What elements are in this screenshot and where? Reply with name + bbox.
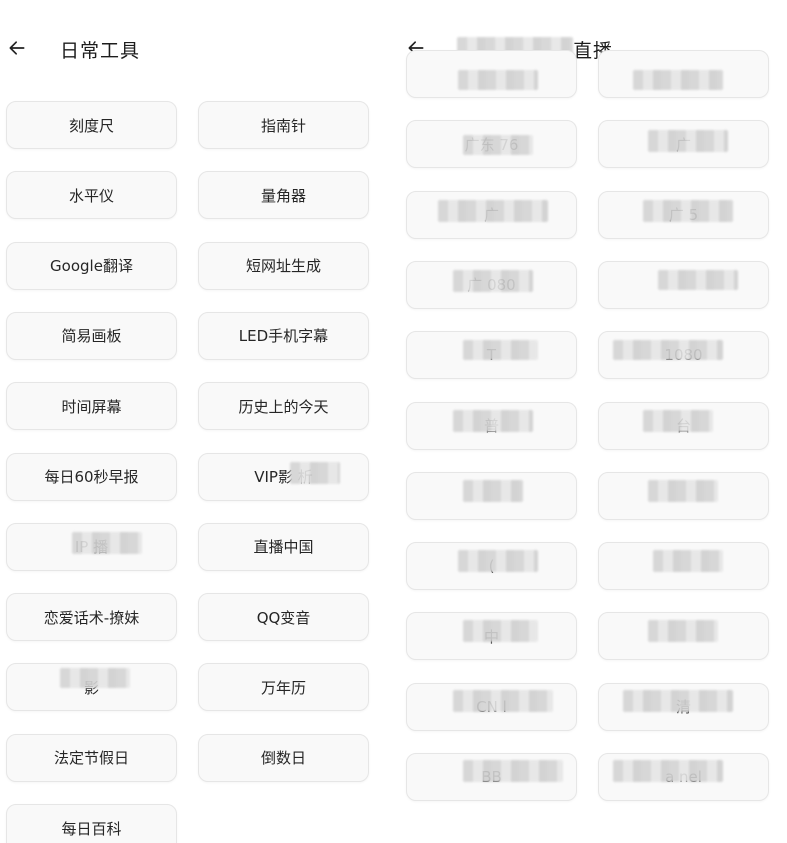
tool-button[interactable]: QQ变音 <box>198 593 369 642</box>
button-label: 万年历 <box>260 678 306 697</box>
redacted-blur <box>60 668 130 688</box>
button-label: 倒数日 <box>260 749 306 768</box>
redacted-blur <box>463 135 533 155</box>
tool-button[interactable]: 倒数日 <box>198 733 369 782</box>
back-button[interactable] <box>2 33 32 63</box>
tool-button[interactable]: 法定节假日 <box>6 733 177 782</box>
button-label: 指南针 <box>260 116 306 135</box>
redacted-blur <box>633 70 723 90</box>
tool-button[interactable]: VIP影 析 <box>198 452 369 501</box>
live-channels-panel: 直播 广东 76广 广 广 5广 080T 1080普 台( 中 CN l 清B… <box>393 0 787 843</box>
tool-button[interactable]: 简易画板 <box>6 311 177 360</box>
redacted-blur <box>463 620 538 642</box>
redacted-blur <box>72 532 142 554</box>
button-label: LED手机字幕 <box>238 327 329 346</box>
tool-button[interactable]: 水平仪 <box>6 171 177 220</box>
redacted-blur <box>438 200 548 222</box>
tool-button[interactable]: 万年历 <box>198 663 369 712</box>
redacted-blur <box>623 690 733 712</box>
redacted-blur <box>453 270 533 292</box>
tool-button[interactable]: 指南针 <box>198 101 369 149</box>
redacted-blur <box>463 480 523 502</box>
button-label: QQ变音 <box>256 608 311 627</box>
tool-button[interactable]: 历史上的今天 <box>198 382 369 431</box>
button-label: 量角器 <box>260 186 306 205</box>
redacted-blur <box>613 340 723 360</box>
redacted-blur <box>643 200 733 222</box>
tool-button[interactable]: 每日60秒早报 <box>6 452 177 501</box>
redacted-blur <box>658 270 738 290</box>
button-label: 每日60秒早报 <box>44 468 139 486</box>
redacted-blur <box>458 70 538 90</box>
redacted-blur <box>653 550 723 572</box>
redacted-blur <box>458 550 538 572</box>
button-label: 直播中国 <box>253 538 314 557</box>
button-label: 水平仪 <box>68 186 114 205</box>
button-label: 法定节假日 <box>53 749 129 768</box>
button-label: Google翻译 <box>50 257 133 276</box>
tool-button[interactable]: LED手机字幕 <box>198 311 369 360</box>
redacted-blur <box>453 690 553 712</box>
redacted-blur <box>613 760 723 782</box>
redacted-blur <box>648 130 728 152</box>
tool-button[interactable]: 直播中国 <box>198 522 369 571</box>
tool-button[interactable]: 时间屏幕 <box>6 382 177 431</box>
button-label: 时间屏幕 <box>61 397 122 416</box>
button-label: 简易画板 <box>61 327 122 346</box>
tool-button[interactable]: 短网址生成 <box>198 241 369 290</box>
tool-button[interactable]: 恋爱话术-撩妹 <box>6 593 177 642</box>
redacted-blur <box>648 620 718 642</box>
redacted-blur <box>648 480 718 502</box>
button-label: 历史上的今天 <box>238 397 329 416</box>
redacted-blur <box>463 340 538 360</box>
redacted-blur <box>453 410 533 432</box>
button-label: 恋爱话术-撩妹 <box>43 608 140 627</box>
tool-button[interactable]: 刻度尺 <box>6 101 177 149</box>
button-label: 短网址生成 <box>245 257 321 276</box>
button-label: 刻度尺 <box>68 116 114 135</box>
redacted-blur <box>290 462 340 484</box>
redacted-blur <box>463 760 563 782</box>
tool-button[interactable]: 量角器 <box>198 171 369 220</box>
tool-button[interactable]: 每日百科 <box>6 804 177 843</box>
daily-tools-panel: 日常工具 刻度尺 指南针水平仪 量角器 Google翻译 短网址生成简易画板 LED手机字… <box>0 0 393 843</box>
arrow-left-icon <box>9 41 25 55</box>
page-title: 日常工具 <box>60 40 141 62</box>
header: 日常工具 <box>0 28 393 68</box>
tool-button[interactable]: Google翻译 <box>6 241 177 290</box>
redacted-blur <box>643 410 713 432</box>
button-label: 每日百科 <box>61 819 122 838</box>
